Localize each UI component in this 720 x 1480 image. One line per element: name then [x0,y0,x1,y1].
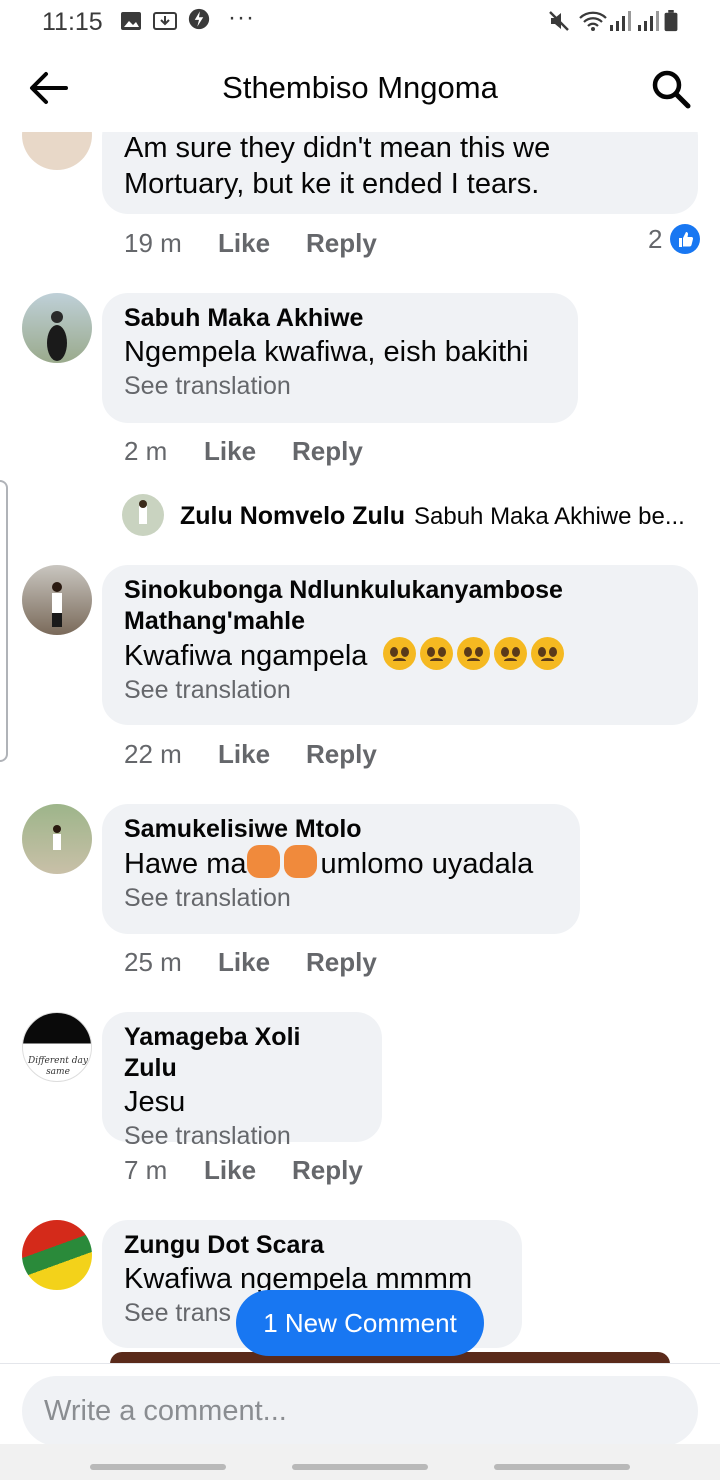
see-translation-link[interactable]: See translation [124,882,558,914]
nav-recents-button[interactable] [90,1464,226,1470]
comment-actions: 22 m Like Reply [124,739,413,770]
comment-actions: 7 m Like Reply [124,1155,399,1186]
like-button[interactable]: Like [218,228,270,259]
comment-time: 7 m [124,1155,168,1185]
like-button[interactable]: Like [204,1155,256,1186]
comment-time: 19 m [124,228,182,258]
comment-time: 25 m [124,947,182,977]
avatar[interactable] [22,804,92,874]
comment-text: Kwafiwa ngampela [124,637,676,674]
search-icon[interactable] [650,68,692,110]
comment-author[interactable]: Zungu Dot Scara [124,1230,500,1261]
avatar[interactable] [22,293,92,363]
person-gesturing-emoji-icon [246,845,280,878]
see-translation-link[interactable]: See translation [124,1120,360,1152]
reply-button[interactable]: Reply [292,1155,363,1186]
pleading-face-emoji-icon [420,637,454,670]
comment-bubble[interactable]: Sinokubonga Ndlunkulukanyambose Mathang'… [102,565,698,725]
more-notifications-icon: ··· [228,4,255,31]
comment-author[interactable]: Sabuh Maka Akhiwe [124,303,556,334]
reply-button[interactable]: Reply [306,947,377,978]
edge-panel-handle[interactable] [0,480,8,762]
pleading-face-emoji-icon [531,637,565,670]
comment-bubble[interactable]: Sabuh Maka Akhiwe Ngempela kwafiwa, eish… [102,293,578,423]
comment-author[interactable]: Mathang'mahle [124,606,676,637]
comment-actions: 25 m Like Reply [124,947,413,978]
like-button[interactable]: Like [218,947,270,978]
comment-author[interactable]: Samukelisiwe Mtolo [124,814,558,845]
download-icon [153,12,177,30]
reply-author: Zulu Nomvelo Zulu [180,502,405,530]
like-button[interactable]: Like [218,739,270,770]
system-nav-bar [0,1444,720,1480]
comment-text: Jesu [124,1086,186,1118]
comment-bubble[interactable]: Yamageba Xoli Zulu Jesu See translation [102,1012,382,1150]
nav-home-button[interactable] [292,1464,428,1470]
signal-icon [638,11,659,31]
like-button[interactable]: Like [204,436,256,467]
see-translation-link[interactable]: See translation [124,674,676,706]
battery-icon [664,10,678,32]
pleading-face-emoji-icon [494,637,528,670]
person-gesturing-emoji-icon [283,845,317,878]
pleading-face-emoji-icon [457,637,491,670]
avatar-caption: Different day same [28,1056,88,1077]
app-header: Sthembiso Mngoma [0,44,720,132]
nav-back-button[interactable] [494,1464,630,1470]
comment-time: 22 m [124,739,182,769]
comment-text: Hawe ma umlomo uyadala [124,845,558,882]
avatar[interactable]: Different day same [22,1012,92,1082]
reply-button[interactable]: Reply [306,739,377,770]
comment-actions: 2 m Like Reply [124,436,399,467]
avatar[interactable] [22,565,92,635]
status-bar: 11:15 ··· [0,0,720,44]
thumbs-up-icon [670,224,700,254]
messenger-icon [188,8,210,30]
avatar [122,494,164,536]
gallery-icon [121,12,141,30]
avatar[interactable] [22,1220,92,1290]
comments-feed: Am sure they didn't mean this we Mortuar… [0,0,720,1365]
see-translation-link[interactable]: See translation [124,370,556,402]
reply-button[interactable]: Reply [306,228,377,259]
reaction-count[interactable]: 2 [648,224,662,255]
comment-bubble[interactable]: Samukelisiwe Mtolo Hawe ma umlomo uyadala… [102,804,580,934]
comment-text: Ngempela kwafiwa, eish bakithi [124,336,529,368]
comment-text-body: Kwafiwa ngampela [124,640,368,672]
comment-actions: 19 m Like Reply [124,228,413,259]
page-title: Sthembiso Mngoma [222,70,498,105]
mute-icon [549,11,569,31]
new-comment-button[interactable]: 1 New Comment [236,1290,484,1356]
comment-text: Mortuary, but ke it ended I tears. [124,168,540,200]
wifi-icon [579,11,607,31]
comment-input[interactable] [22,1376,698,1446]
comment-author[interactable]: Yamageba Xoli Zulu [124,1022,360,1084]
comment-author[interactable]: Sinokubonga Ndlunkulukanyambose [124,575,676,606]
reply-preview[interactable]: Zulu Nomvelo Zulu Sabuh Maka Akhiwe be..… [122,492,702,540]
comment-time: 2 m [124,436,168,466]
reply-text: Sabuh Maka Akhiwe be... [414,503,685,530]
status-time: 11:15 [42,8,103,36]
pleading-face-emoji-icon [383,637,417,670]
comment-text-body: Hawe ma [124,848,247,880]
comment-text: Am sure they didn't mean this we [124,132,551,164]
reply-button[interactable]: Reply [292,436,363,467]
signal-icon [610,11,631,31]
comment-text-body: umlomo uyadala [320,848,534,880]
comment-composer [0,1363,720,1446]
